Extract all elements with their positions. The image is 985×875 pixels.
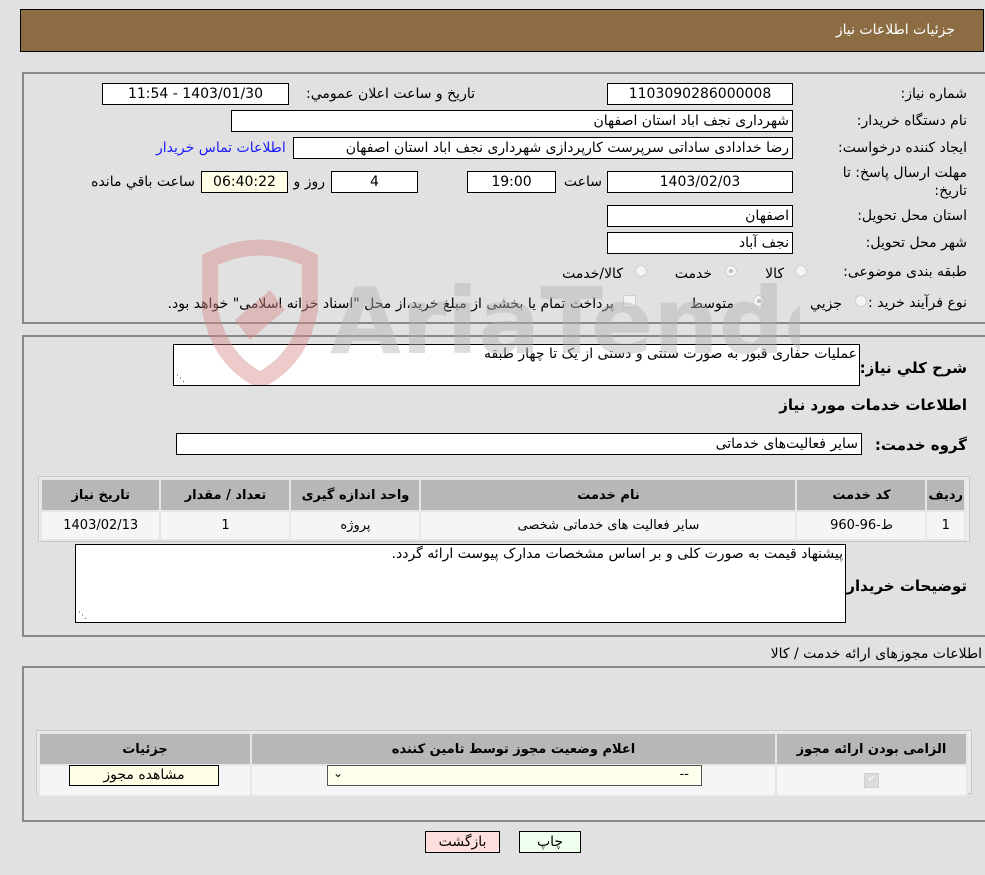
category-label: طبقه بندی موضوعی: — [843, 264, 967, 280]
category-radio-service[interactable] — [725, 265, 737, 277]
col-unit: واحد اندازه گيری — [289, 478, 422, 512]
resize-grip-icon[interactable]: ⋰ — [78, 612, 87, 621]
cell-need-date: 1403/02/13 — [39, 510, 162, 541]
remaining-label: ساعت باقي مانده — [91, 174, 195, 190]
buyer-notes-textarea[interactable]: پيشنهاد قيمت به صورت کلی و بر اساس مشخصا… — [75, 544, 846, 623]
col-permit-required: الزامی بودن ارائه مجوز — [775, 732, 968, 766]
deadline-label: مهلت ارسال پاسخ: تا تاريخ: — [843, 164, 967, 200]
permit-required-checkbox[interactable]: ✓ — [864, 773, 879, 788]
treasury-checkbox[interactable] — [623, 295, 636, 308]
deadline-label-line1: مهلت ارسال پاسخ: تا — [842, 165, 967, 181]
cell-service-name: ساير فعاليت های خدماتی شخصی — [419, 510, 798, 541]
col-row-number: رديف — [925, 478, 966, 512]
col-service-name: نام خدمت — [419, 478, 798, 512]
page-header: جزئيات اطلاعات نياز — [20, 9, 984, 52]
process-option-minor: جزيي — [810, 296, 842, 312]
table-row: 1 ط-96-960 ساير فعاليت های خدماتی شخصی پ… — [39, 510, 966, 541]
buyer-org-field: شهرداری نجف اباد استان اصفهان — [231, 110, 793, 132]
summary-textarea[interactable]: عمليات حفاری قبور به صورت سنتی و دستی از… — [173, 344, 860, 386]
need-number-field: 1103090286000008 — [607, 83, 793, 105]
permit-status-select[interactable]: -- ⌄ — [327, 765, 702, 786]
city-label: شهر محل تحويل: — [865, 235, 967, 251]
process-option-medium: متوسط — [690, 296, 734, 312]
chevron-down-icon: ⌄ — [333, 766, 344, 780]
resize-grip-icon[interactable]: ⋰ — [176, 375, 185, 384]
deadline-time-field: 19:00 — [467, 171, 556, 193]
permits-section-title: اطلاعات مجوزهای ارائه خدمت / کالا — [770, 646, 982, 662]
deadline-date-field: 1403/02/03 — [607, 171, 793, 193]
cell-unit: پروژه — [289, 510, 422, 541]
category-option-goods: کالا — [765, 266, 784, 282]
page-title: جزئيات اطلاعات نياز — [835, 22, 955, 38]
permit-status-value: -- — [679, 767, 689, 782]
deadline-label-line2: تاريخ: — [934, 183, 967, 199]
services-section-title: اطلاعات خدمات مورد نياز — [779, 396, 967, 414]
days-label: روز و — [293, 174, 326, 190]
category-radio-goods[interactable] — [795, 265, 807, 277]
col-service-code: کد خدمت — [795, 478, 928, 512]
buyer-contact-link[interactable]: اطلاعات تماس خريدار — [156, 140, 286, 156]
service-group-label: گروه خدمت: — [874, 436, 967, 454]
process-radio-minor[interactable] — [855, 295, 867, 307]
deadline-time-label: ساعت — [563, 174, 602, 190]
cell-service-code: ط-96-960 — [795, 510, 928, 541]
announce-label: تاريخ و ساعت اعلان عمومي: — [306, 86, 475, 102]
category-radio-goods-service[interactable] — [635, 265, 647, 277]
cell-quantity: 1 — [159, 510, 292, 541]
col-permit-status: اعلام وضعيت مجوز توسط تامين کننده — [250, 732, 777, 766]
summary-text: عمليات حفاری قبور به صورت سنتی و دستی از… — [483, 346, 857, 362]
view-permit-button[interactable]: مشاهده مجوز — [69, 765, 219, 786]
buyer-notes-label: توضيحات خريدار: — [840, 577, 967, 595]
province-label: استان محل تحويل: — [857, 208, 967, 224]
cell-permit-required: ✓ — [775, 764, 968, 797]
services-table: رديف کد خدمت نام خدمت واحد اندازه گيری ت… — [39, 478, 966, 541]
col-quantity: تعداد / مقدار — [159, 478, 292, 512]
province-field: اصفهان — [607, 205, 793, 227]
category-option-goods-service: کالا/خدمت — [562, 266, 623, 282]
days-field: 4 — [331, 171, 418, 193]
service-group-field: ساير فعاليت‌های خدماتی — [176, 433, 862, 455]
col-permit-details: جزئيات — [38, 732, 252, 766]
treasury-note: پرداخت تمام يا بخشی از مبلغ خريد،از محل … — [167, 296, 614, 312]
need-number-label: شماره نياز: — [900, 86, 968, 102]
cell-row-number: 1 — [925, 510, 966, 541]
process-radio-medium[interactable] — [753, 295, 765, 307]
announce-field: 1403/01/30 - 11:54 — [102, 83, 289, 105]
category-option-service: خدمت — [674, 266, 712, 282]
print-button[interactable]: چاپ — [519, 831, 581, 853]
summary-label: شرح کلي نياز: — [859, 359, 967, 377]
back-button[interactable]: بازگشت — [425, 831, 500, 853]
city-field: نجف آباد — [607, 232, 793, 254]
process-label: نوع فرآيند خريد : — [868, 295, 967, 311]
creator-label: ايجاد کننده درخواست: — [838, 140, 967, 156]
permits-table-header: الزامی بودن ارائه مجوز اعلام وضعيت مجوز … — [38, 732, 968, 766]
creator-field: رضا خدادادی ساداتی سرپرست کارپردازی شهرد… — [293, 137, 793, 159]
remaining-time-field: 06:40:22 — [201, 171, 288, 193]
buyer-org-label: نام دستگاه خريدار: — [856, 113, 967, 129]
buyer-notes-text: پيشنهاد قيمت به صورت کلی و بر اساس مشخصا… — [391, 546, 843, 562]
services-table-header: رديف کد خدمت نام خدمت واحد اندازه گيری ت… — [39, 478, 966, 512]
col-need-date: تاريخ نياز — [39, 478, 162, 512]
